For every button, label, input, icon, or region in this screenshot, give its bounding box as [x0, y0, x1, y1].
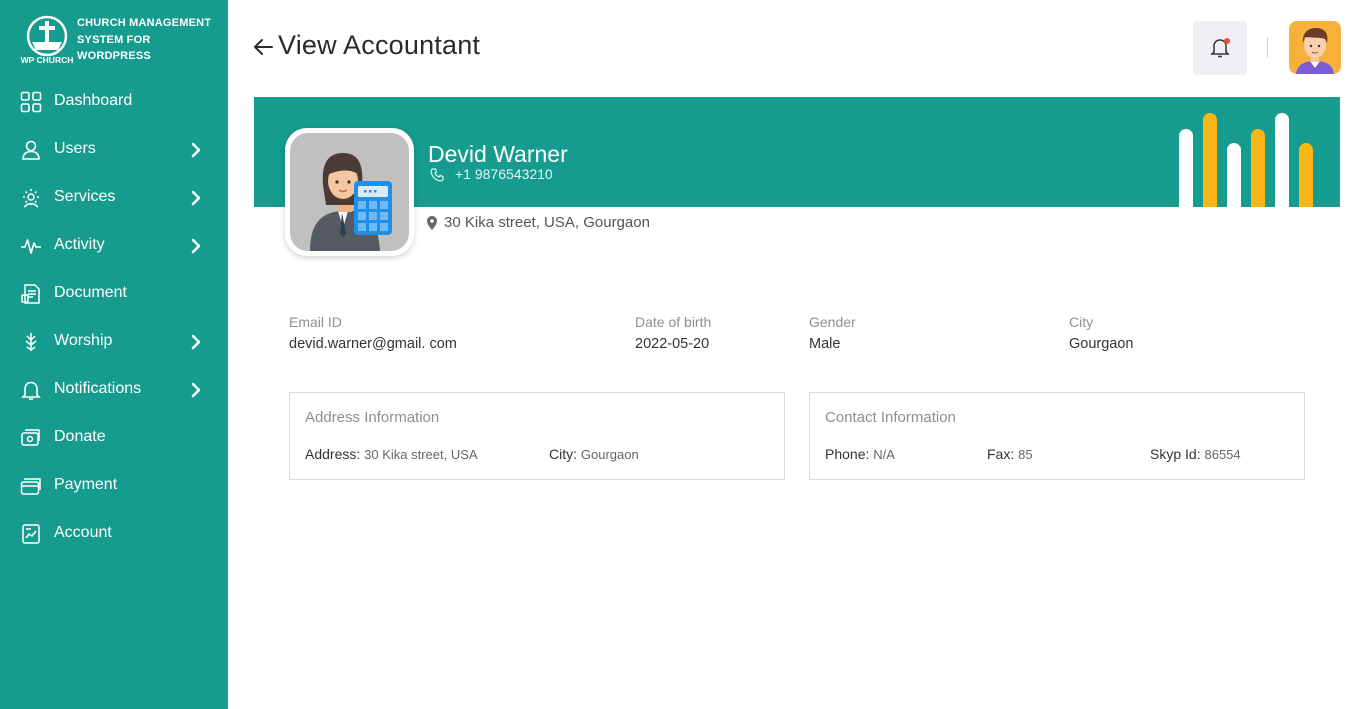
sidebar-item-dashboard[interactable]: Dashboard [0, 78, 228, 126]
notification-dot [1224, 38, 1230, 44]
header-divider [1267, 37, 1268, 58]
account-icon [22, 524, 40, 544]
contact-info-box: Contact Information Phone: N/A Fax: 85 S… [809, 392, 1305, 480]
dashboard-icon [20, 91, 42, 113]
gender-label: Gender [809, 314, 856, 330]
sidebar-item-activity[interactable]: Activity [0, 222, 228, 270]
worship-icon [25, 333, 37, 351]
page-title: View Accountant [278, 30, 481, 60]
accountant-avatar-icon [310, 153, 392, 251]
contact-fax-label: Fax: [987, 446, 1015, 462]
donate-icon [21, 429, 40, 446]
sidebar-item-label: Payment [54, 476, 118, 493]
gender-value: Male [809, 336, 841, 352]
contact-skype-item: Skyp Id: 86554 [1150, 446, 1241, 462]
sidebar-item-users[interactable]: Users [0, 126, 228, 174]
address-label: Address: [305, 446, 361, 462]
sidebar-item-worship[interactable]: Worship [0, 318, 228, 366]
sidebar-item-payment[interactable]: Payment [0, 462, 228, 510]
sidebar-item-label: Worship [54, 332, 113, 349]
user-avatar[interactable] [1289, 21, 1341, 74]
sidebar: WP CHURCH CHURCH MANAGEMENT SYSTEM FOR W… [0, 0, 228, 709]
brand-logo-text: WP CHURCH [21, 55, 74, 65]
bar-yellow-3 [1299, 143, 1313, 207]
sidebar-item-label: Dashboard [54, 92, 133, 109]
chevron-right-icon [191, 382, 201, 398]
document-icon [21, 284, 40, 304]
profile-phone: +1 9876543210 [455, 166, 553, 182]
church-logo-icon: WP CHURCH [21, 15, 74, 65]
chevron-right-icon [191, 190, 201, 206]
chevron-right-icon [191, 334, 201, 350]
address-city-item: City: Gourgaon [549, 446, 639, 462]
sidebar-item-label: Notifications [54, 380, 142, 397]
address-info-title: Address Information [305, 409, 440, 426]
decorative-bars [1179, 113, 1319, 207]
sidebar-item-services[interactable]: Services [0, 174, 228, 222]
profile-photo [285, 128, 414, 256]
sidebar-item-label: Donate [54, 428, 106, 445]
profile-name: Devid Warner [428, 141, 568, 167]
profile-address: 30 Kika street, USA, Gourgaon [444, 214, 650, 231]
contact-phone-item: Phone: N/A [825, 446, 895, 462]
contact-fax-item: Fax: 85 [987, 446, 1033, 462]
user-avatar-icon [1296, 28, 1334, 74]
back-arrow-icon[interactable] [252, 36, 274, 58]
city-label: City [1069, 314, 1094, 330]
brand-title: CHURCH MANAGEMENT SYSTEM FOR WORDPRESS [77, 17, 212, 62]
email-value: devid.warner@gmail. com [289, 336, 457, 352]
bell-icon [21, 381, 41, 400]
sidebar-item-document[interactable]: Document [0, 270, 228, 318]
phone-icon [430, 168, 444, 182]
city-value: Gourgaon [1069, 336, 1134, 352]
contact-skype-value: 86554 [1204, 447, 1241, 462]
sidebar-item-label: Account [54, 524, 112, 541]
dob-value: 2022-05-20 [635, 336, 710, 352]
profile-banner [254, 97, 1340, 207]
address-city-label: City: [549, 446, 577, 462]
contact-phone-value: N/A [873, 447, 895, 462]
services-icon [23, 189, 39, 208]
address-item: Address: 30 Kika street, USA [305, 446, 478, 462]
bar-white-1 [1179, 129, 1193, 207]
notification-button[interactable] [1193, 21, 1247, 75]
sidebar-item-donate[interactable]: Donate [0, 414, 228, 462]
page-header: View Accountant [228, 0, 1365, 92]
sidebar-item-notifications[interactable]: Notifications [0, 366, 228, 414]
address-info-box: Address Information Address: 30 Kika str… [289, 392, 785, 480]
sidebar-item-label: Users [54, 140, 96, 157]
chevron-right-icon [191, 142, 201, 158]
bar-white-3 [1275, 113, 1289, 207]
location-pin-icon [427, 216, 437, 230]
contact-skype-label: Skyp Id: [1150, 446, 1201, 462]
address-value: 30 Kika street, USA [364, 447, 478, 462]
email-label: Email ID [289, 314, 342, 330]
contact-info-title: Contact Information [825, 409, 956, 426]
sidebar-item-account[interactable]: Account [0, 510, 228, 558]
dob-label: Date of birth [635, 314, 712, 330]
bar-white-2 [1227, 143, 1241, 207]
brand[interactable]: WP CHURCH CHURCH MANAGEMENT SYSTEM FOR W… [18, 12, 218, 68]
chevron-right-icon [191, 238, 201, 254]
payment-icon [20, 478, 41, 495]
sidebar-item-label: Activity [54, 236, 105, 253]
contact-fax-value: 85 [1018, 447, 1033, 462]
contact-phone-label: Phone: [825, 446, 870, 462]
address-city-value: Gourgaon [580, 447, 639, 462]
sidebar-item-label: Services [54, 188, 116, 205]
sidebar-nav: Dashboard Users Services Activity Docume… [0, 78, 228, 558]
bar-yellow-2 [1251, 129, 1265, 207]
bar-yellow-1 [1203, 113, 1217, 207]
sidebar-item-label: Document [54, 284, 127, 301]
activity-icon [21, 239, 41, 254]
user-icon [22, 140, 40, 160]
